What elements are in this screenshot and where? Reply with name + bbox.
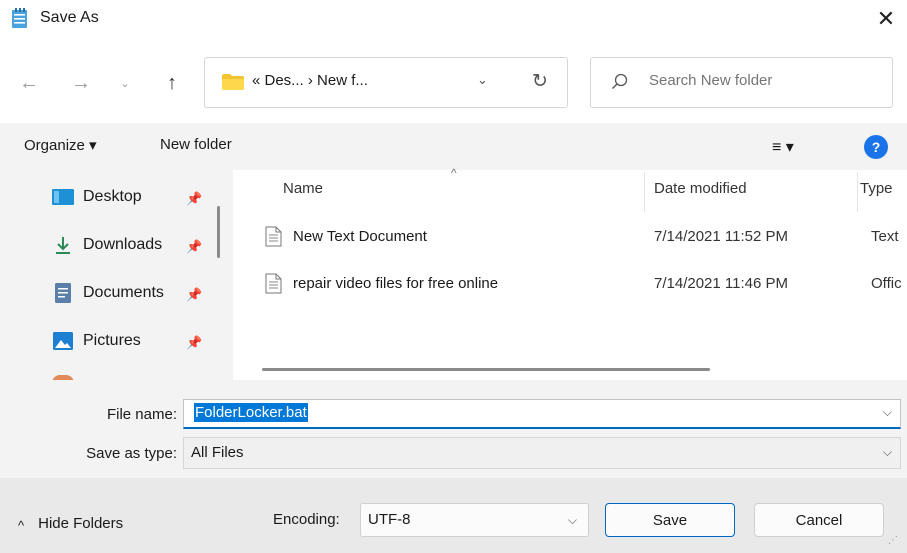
column-header-name[interactable]: Name xyxy=(283,180,323,197)
close-button[interactable]: ✕ xyxy=(868,2,904,36)
chevron-down-icon[interactable]: ⌵ xyxy=(883,445,892,460)
encoding-value: UTF-8 xyxy=(368,511,411,528)
file-name-input-value[interactable]: FolderLocker.bat xyxy=(194,403,308,422)
file-row[interactable]: New Text Document 7/14/2021 11:52 PM Tex… xyxy=(233,218,907,258)
sidebar-item-label: Pictures xyxy=(83,332,141,349)
chevron-down-icon[interactable]: ⌄ xyxy=(477,72,488,88)
file-name: repair video files for free online xyxy=(293,275,499,292)
cancel-button[interactable]: Cancel xyxy=(754,503,884,537)
desktop-icon xyxy=(52,187,74,207)
documents-icon xyxy=(52,283,74,303)
sidebar-item-documents[interactable]: Documents xyxy=(52,280,164,306)
file-name: New Text Document xyxy=(293,228,427,245)
new-folder-button[interactable]: New folder xyxy=(160,136,232,153)
pin-icon[interactable]: 📌 xyxy=(186,239,202,255)
close-icon: ✕ xyxy=(876,6,896,31)
sidebar-item-label: Downloads xyxy=(83,236,163,253)
column-header-date[interactable]: Date modified xyxy=(654,180,747,197)
file-date: 7/14/2021 11:46 PM xyxy=(654,275,788,292)
file-name-label: File name: xyxy=(106,406,177,423)
column-header-type[interactable]: Type xyxy=(860,180,893,197)
file-type: Text xyxy=(871,228,899,245)
file-name-field[interactable]: FolderLocker.bat ⌵ xyxy=(183,399,901,429)
file-type: Offic xyxy=(871,275,902,292)
back-button[interactable]: ← xyxy=(14,70,44,96)
text-file-icon xyxy=(265,226,282,247)
help-icon[interactable]: ? xyxy=(864,135,888,159)
folder-icon xyxy=(222,74,244,90)
search-box[interactable] xyxy=(590,57,893,108)
save-button[interactable]: Save xyxy=(605,503,735,537)
sidebar-item-label: Documents xyxy=(83,284,164,301)
command-bar xyxy=(0,123,907,170)
save-as-type-value: All Files xyxy=(191,444,244,461)
encoding-label: Encoding: xyxy=(273,511,340,528)
chevron-up-icon: ^ xyxy=(18,518,25,533)
forward-button[interactable]: → xyxy=(66,70,96,96)
recent-locations-button[interactable]: ⌄ xyxy=(115,73,135,93)
save-as-type-select[interactable]: All Files ⌵ xyxy=(183,437,901,469)
pin-icon[interactable]: 📌 xyxy=(186,287,202,303)
refresh-icon[interactable]: ↻ xyxy=(532,70,548,93)
encoding-select[interactable]: UTF-8 ⌵ xyxy=(360,503,589,537)
notepad-icon xyxy=(11,8,28,29)
chevron-down-icon[interactable]: ⌵ xyxy=(883,405,892,420)
title-bar xyxy=(0,0,907,40)
up-button[interactable]: ↑ xyxy=(157,69,187,97)
sidebar-item-desktop[interactable]: Desktop xyxy=(52,184,142,210)
search-icon xyxy=(611,73,629,91)
view-options-button[interactable]: ≡ ▾ xyxy=(772,137,794,157)
save-as-type-label: Save as type: xyxy=(86,445,177,462)
resize-grip-icon[interactable]: ⋰ xyxy=(888,535,898,546)
column-divider[interactable] xyxy=(644,172,645,212)
sidebar-item-downloads[interactable]: Downloads xyxy=(52,232,162,258)
window-title: Save As xyxy=(40,9,99,26)
text-file-icon xyxy=(265,273,282,294)
column-divider[interactable] xyxy=(857,172,858,212)
hide-folders-button[interactable]: ^ Hide Folders xyxy=(18,515,124,533)
sort-ascending-icon: ^ xyxy=(451,166,457,180)
pin-icon[interactable]: 📌 xyxy=(186,191,202,207)
file-row[interactable]: repair video files for free online 7/14/… xyxy=(233,265,907,305)
sidebar-scrollbar[interactable] xyxy=(217,206,220,258)
pin-icon[interactable]: 📌 xyxy=(186,335,202,351)
pictures-icon xyxy=(52,331,74,351)
organize-button[interactable]: Organize ▾ xyxy=(24,136,97,154)
sidebar-item-pictures[interactable]: Pictures xyxy=(52,328,141,354)
address-bar[interactable]: « Des... › New f... ⌄ ↻ xyxy=(204,57,568,108)
file-date: 7/14/2021 11:52 PM xyxy=(654,228,788,245)
chevron-down-icon: ⌵ xyxy=(567,513,577,527)
horizontal-scrollbar[interactable] xyxy=(262,368,710,371)
search-input[interactable] xyxy=(649,72,879,89)
downloads-icon xyxy=(52,235,74,255)
sidebar-item-label: Desktop xyxy=(83,188,142,205)
hide-folders-label: Hide Folders xyxy=(38,515,124,532)
breadcrumb: « Des... › New f... xyxy=(252,72,368,89)
